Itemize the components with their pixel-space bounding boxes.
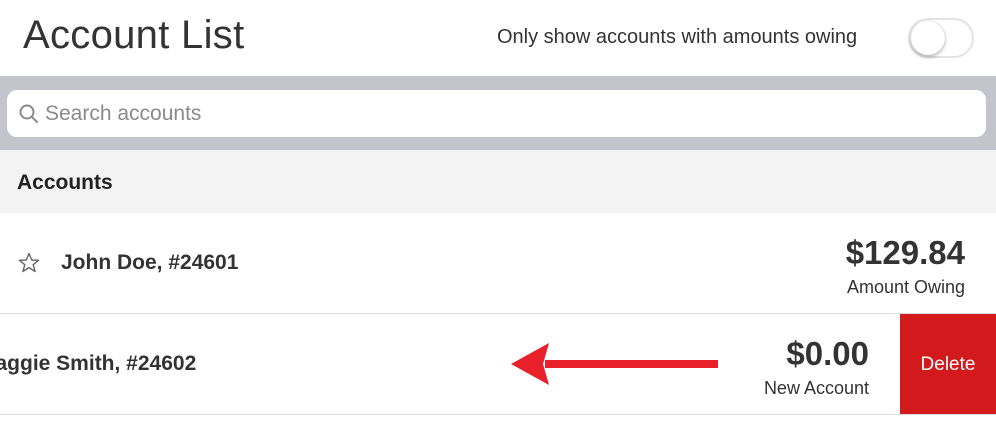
arrow-left-icon (511, 343, 718, 385)
account-status: Amount Owing (846, 277, 965, 297)
account-amount: $0.00 (786, 335, 869, 372)
account-name: John Doe, #24601 (61, 251, 239, 274)
section-title: Accounts (17, 171, 113, 194)
search-field[interactable] (7, 90, 986, 137)
toggle-knob (911, 21, 945, 55)
owing-filter-label: Only show accounts with amounts owing (497, 26, 858, 48)
account-row[interactable]: John Doe, #24601 $129.84 Amount Owing (0, 213, 996, 314)
account-amount: $129.84 (845, 234, 965, 271)
delete-button[interactable]: Delete (900, 314, 996, 414)
search-bar (0, 76, 996, 150)
search-icon (19, 104, 38, 123)
star-outline-icon[interactable] (17, 251, 41, 275)
account-name: Maggie Smith, #24602 (0, 352, 197, 375)
header: Account List Only show accounts with amo… (0, 0, 996, 76)
account-row-swiped[interactable]: Maggie Smith, #24602 $0.00 New Account D… (0, 314, 996, 415)
account-status: New Account (763, 378, 869, 398)
search-input[interactable] (45, 90, 965, 137)
page-title: Account List (23, 13, 245, 57)
owing-filter-toggle[interactable] (908, 18, 974, 58)
section-header: Accounts (0, 150, 996, 213)
